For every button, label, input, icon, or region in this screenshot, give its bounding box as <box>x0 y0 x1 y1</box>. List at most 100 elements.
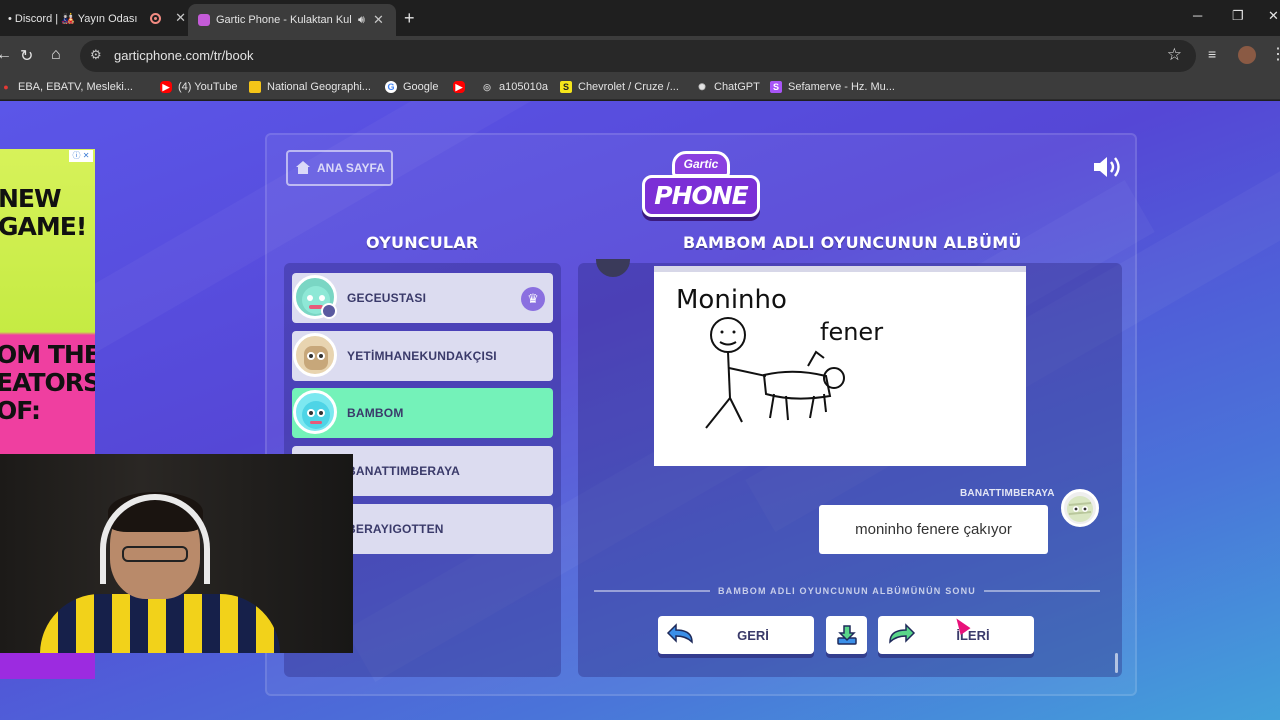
download-button[interactable] <box>826 616 867 654</box>
ad-subline: OM THE EATORS OF: <box>0 340 95 425</box>
natgeo-icon <box>249 81 261 93</box>
drawing-image: Moninho fener <box>676 285 883 429</box>
separator-line <box>984 590 1100 592</box>
player-avatar <box>293 333 337 377</box>
separator-line <box>594 590 710 592</box>
download-icon <box>836 625 857 645</box>
browser-tab-bar: • Discord | 🎎 Yayın Odası ✕ Gartic Phone… <box>0 0 1280 36</box>
chatgpt-icon: ✺ <box>698 82 706 92</box>
home-browser-icon[interactable]: ⌂ <box>51 46 61 64</box>
guess-text: moninho fenere çakıyor <box>819 505 1048 554</box>
new-tab-button[interactable]: + <box>404 8 415 29</box>
bookmark-label: (4) YouTube <box>178 81 238 93</box>
gartic-phone-logo: Gartic PHONE <box>640 149 762 223</box>
guess-author-avatar <box>1061 489 1099 527</box>
bookmark-sefamerve[interactable]: S Sefamerve - Hz. Mu... <box>770 81 895 93</box>
player-name: BERAYIGOTTEN <box>347 522 444 536</box>
player-name: BAMBOM <box>347 406 404 420</box>
drawing-canvas: Moninho fener <box>654 266 1026 466</box>
player-avatar <box>293 390 337 434</box>
guess-author: BANATTIMBERAYA <box>960 488 1055 499</box>
monster-avatar-icon <box>302 401 330 429</box>
gartic-favicon-icon <box>198 14 210 26</box>
reload-icon[interactable]: ↻ <box>20 46 33 66</box>
close-tab-icon[interactable]: ✕ <box>175 10 186 26</box>
bookmark-chatgpt[interactable]: ✺ ChatGPT <box>696 81 760 93</box>
close-window-icon[interactable]: ✕ <box>1268 8 1279 24</box>
mummy-avatar-icon <box>1067 496 1093 522</box>
bookmark-youtube-2[interactable]: ▶ <box>453 81 471 93</box>
eba-icon: ● <box>3 82 9 92</box>
back-arrow-icon[interactable]: ← <box>0 46 12 64</box>
bookmarks-bar: ● EBA, EBATV, Mesleki... ▶ (4) YouTube Nat… <box>0 76 1280 100</box>
url-text[interactable]: garticphone.com/tr/book <box>114 48 253 63</box>
player-name: GECEUSTASI <box>347 291 427 305</box>
bookmark-natgeo[interactable]: National Geographi... <box>249 81 371 93</box>
google-icon: G <box>385 81 397 93</box>
restore-icon[interactable]: ❐ <box>1232 8 1244 24</box>
bookmark-label: National Geographi... <box>267 81 371 93</box>
bookmark-chevrolet[interactable]: S Chevrolet / Cruze /... <box>560 81 679 93</box>
album-end-separator: BAMBOM ADLI OYUNCUNUN ALBÜMÜNÜN SONU <box>594 584 1100 598</box>
back-button[interactable]: GERİ <box>658 616 814 654</box>
speaker-tab-icon[interactable]: 🔊︎ <box>358 14 365 27</box>
webcam-person-jersey <box>40 594 280 653</box>
browser-toolbar: ← ↻ ⌂ ⚙ garticphone.com/tr/book ☆ ≡ ⋮ <box>0 36 1280 76</box>
bookmark-label: Sefamerve - Hz. Mu... <box>788 81 895 93</box>
minimize-icon[interactable]: ─ <box>1193 8 1202 23</box>
bookmark-label: EBA, EBATV, Mesleki... <box>18 81 133 93</box>
tab-discord[interactable]: • Discord | 🎎 Yayın Odası ✕ <box>0 4 186 32</box>
media-control-icon[interactable]: ≡ <box>1208 46 1216 62</box>
robot-avatar-icon <box>304 346 328 370</box>
tab-gartic-phone[interactable]: Gartic Phone - Kulaktan Kul 🔊︎ ✕ <box>188 4 396 36</box>
user-badge-icon <box>321 303 337 319</box>
tab-label: • Discord | 🎎 Yayın Odası <box>8 12 138 25</box>
webcam-overlay <box>0 454 353 653</box>
bookmark-label: Chevrolet / Cruze /... <box>578 81 679 93</box>
bookmark-star-icon[interactable]: ☆ <box>1167 45 1182 65</box>
player-item-active[interactable]: BAMBOM <box>292 388 553 438</box>
scrollbar[interactable] <box>1115 653 1118 673</box>
bookmark-eba[interactable]: ● EBA, EBATV, Mesleki... <box>0 81 133 93</box>
players-title: OYUNCULAR <box>366 233 479 252</box>
forward-button-label: İLERİ <box>956 627 990 643</box>
player-name: YETİMHANEKUNDAKÇISI <box>347 349 497 363</box>
bookmark-youtube[interactable]: ▶ (4) YouTube <box>160 81 238 93</box>
site-info-icon[interactable]: ⚙ <box>90 47 102 63</box>
s-icon: S <box>770 81 782 93</box>
home-button-label: ANA SAYFA <box>317 161 385 175</box>
address-bar[interactable]: ⚙ garticphone.com/tr/book ☆ <box>80 40 1196 72</box>
ad-headline: NEW GAME! <box>0 184 87 241</box>
home-icon <box>296 161 310 175</box>
bookmark-a105010a[interactable]: ◎ a105010a <box>481 81 548 93</box>
youtube-icon: ▶ <box>453 81 465 93</box>
home-button[interactable]: ANA SAYFA <box>286 150 393 186</box>
player-item[interactable]: YETİMHANEKUNDAKÇISI <box>292 331 553 381</box>
browser-menu-icon[interactable]: ⋮ <box>1270 44 1280 64</box>
logo-main-text: PHONE <box>642 175 760 217</box>
close-tab-icon[interactable]: ✕ <box>373 12 384 28</box>
sound-icon[interactable] <box>1092 155 1124 179</box>
ad-footer <box>0 649 95 679</box>
bookmark-label: ChatGPT <box>714 81 760 93</box>
tab-label: Gartic Phone - Kulaktan Kul <box>216 14 352 26</box>
bookmark-google[interactable]: G Google <box>385 81 438 93</box>
player-item[interactable]: GECEUSTASI <box>292 273 553 323</box>
player-name: BANATTIMBERAYA <box>347 464 461 478</box>
album-end-text: BAMBOM ADLI OYUNCUNUN ALBÜMÜNÜN SONU <box>717 586 977 596</box>
back-button-label: GERİ <box>737 627 769 643</box>
page-viewport: ⓘ ✕ NEW GAME! OM THE EATORS OF: ANA SAYF… <box>0 101 1280 720</box>
bookmark-label: a105010a <box>499 81 548 93</box>
youtube-icon: ▶ <box>160 81 172 93</box>
crown-icon: ♛ <box>521 287 545 311</box>
bookmark-label: Google <box>403 81 439 93</box>
ad-choices-icon[interactable]: ⓘ ✕ <box>69 150 93 162</box>
profile-avatar[interactable] <box>1238 46 1256 64</box>
album-title: BAMBOM ADLI OYUNCUNUN ALBÜMÜ <box>683 233 1022 252</box>
recording-icon <box>150 12 162 24</box>
drawing-word-1: Moninho <box>676 285 787 315</box>
drawing-word-2: fener <box>820 318 883 346</box>
logo-top-text: Gartic <box>672 151 730 177</box>
s-icon: S <box>560 81 572 93</box>
globe-icon: ◎ <box>483 82 491 92</box>
